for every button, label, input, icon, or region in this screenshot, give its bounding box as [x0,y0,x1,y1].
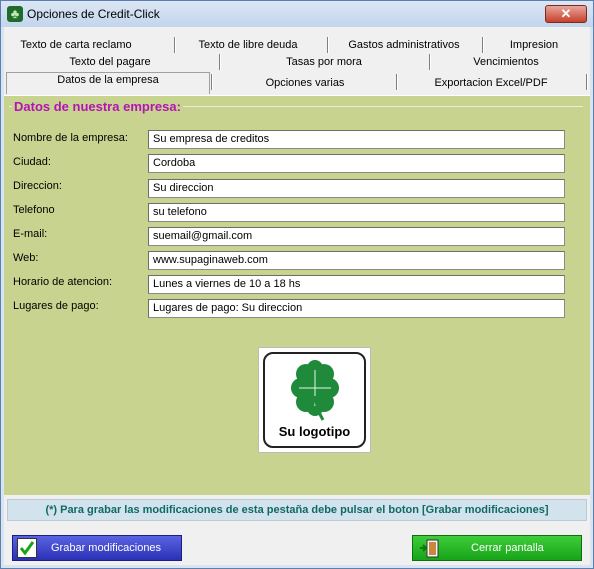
tab-vencimientos[interactable]: Vencimientos [431,54,581,71]
four-leaf-clover-icon: ♣ [7,6,23,22]
tab-opciones-varias[interactable]: Opciones varias [213,75,397,92]
window-title: Opciones de Credit-Click [27,7,160,21]
hours-input[interactable]: Lunes a viernes de 10 a 18 hs [148,275,565,294]
company-name-input[interactable]: Su empresa de creditos [148,130,565,149]
tab-separator [586,74,588,90]
title-bar[interactable]: ♣ Opciones de Credit-Click ✕ [1,1,593,27]
client-area: Texto de carta reclamo Texto de libre de… [4,27,590,565]
close-window-button[interactable]: ✕ [545,5,587,23]
label-hours: Horario de atencion: [13,276,113,288]
payment-places-input[interactable]: Lugares de pago: Su direccion [148,299,565,318]
tab-texto-pagare[interactable]: Texto del pagare [6,54,214,71]
save-button-label: Grabar modificaciones [51,542,162,554]
exit-door-icon [419,539,439,558]
four-leaf-clover-icon [291,360,339,421]
tab-exportacion-excel-pdf[interactable]: Exportacion Excel/PDF [398,75,584,92]
label-email: E-mail: [13,228,48,240]
company-logo[interactable]: Su logotipo [258,347,371,453]
company-data-panel: Datos de nuestra empresa: Nombre de la e… [4,95,590,495]
tab-texto-carta-reclamo[interactable]: Texto de carta reclamo [6,37,146,54]
label-web: Web: [13,252,39,264]
label-address: Direccion: [13,180,62,192]
close-screen-button[interactable]: Cerrar pantalla [412,535,582,561]
checkmark-icon [17,538,37,558]
tab-gastos-administrativos[interactable]: Gastos administrativos [329,37,479,54]
tab-strip: Texto de carta reclamo Texto de libre de… [4,27,590,97]
save-instruction-note: (*) Para grabar las modificaciones de es… [7,499,587,521]
group-title: Datos de nuestra empresa: [12,99,183,114]
options-window: ♣ Opciones de Credit-Click ✕ Texto de ca… [0,0,594,569]
tab-impresion[interactable]: Impresion [484,37,584,54]
phone-input[interactable]: su telefono [148,203,565,222]
label-phone: Telefono [13,204,55,216]
label-payment-places: Lugares de pago: [13,300,99,312]
logo-caption: Su logotipo [278,424,351,439]
close-button-label: Cerrar pantalla [471,542,544,554]
email-input[interactable]: suemail@gmail.com [148,227,565,246]
city-input[interactable]: Cordoba [148,154,565,173]
tab-tasas-por-mora[interactable]: Tasas por mora [221,54,427,71]
tab-datos-empresa[interactable]: Datos de la empresa [6,72,210,89]
save-changes-button[interactable]: Grabar modificaciones [12,535,182,561]
label-city: Ciudad: [13,156,51,168]
logo-frame: Su logotipo [263,352,366,448]
label-company-name: Nombre de la empresa: [13,132,128,144]
tab-texto-libre-deuda[interactable]: Texto de libre deuda [176,37,320,54]
web-input[interactable]: www.supaginaweb.com [148,251,565,270]
address-input[interactable]: Su direccion [148,179,565,198]
